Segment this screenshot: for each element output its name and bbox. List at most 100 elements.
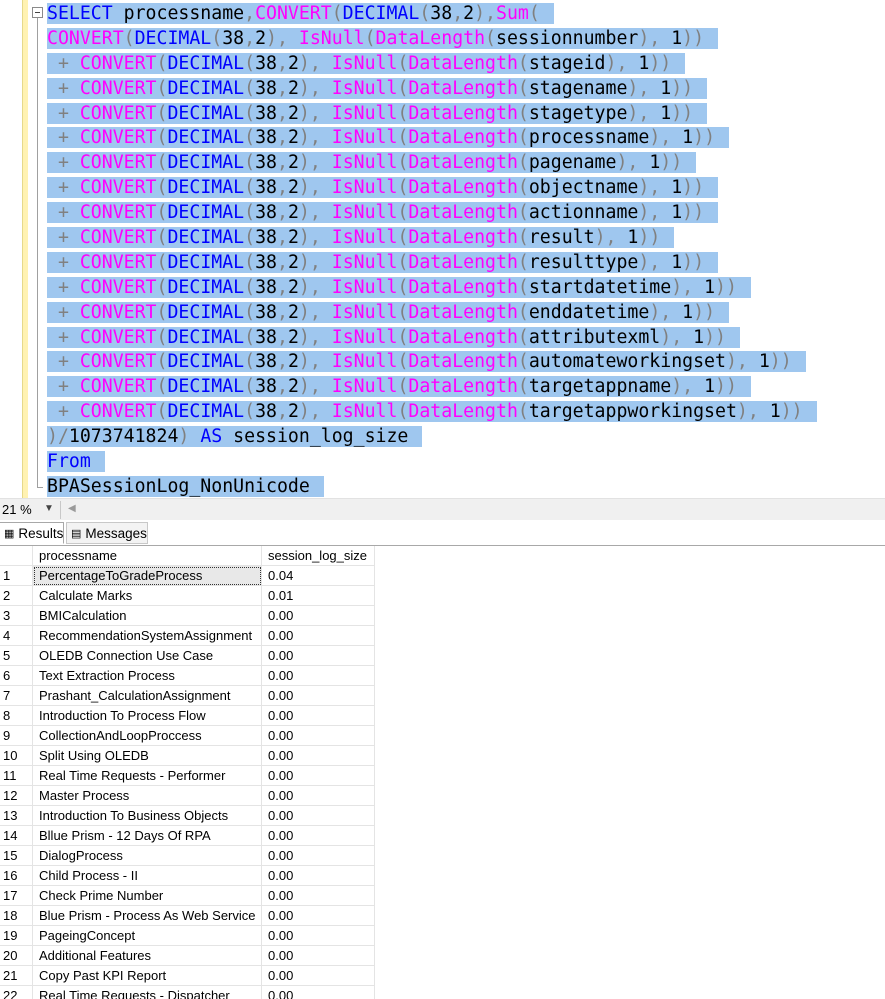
code-line[interactable]: + CONVERT(DECIMAL(38,2), IsNull(DataLeng…: [47, 77, 817, 102]
table-row[interactable]: 4 RecommendationSystemAssignment 0.00: [0, 625, 375, 646]
zoom-dropdown-icon[interactable]: ▼: [44, 503, 54, 514]
cell-processname[interactable]: Additional Features: [32, 945, 262, 966]
cell-session-log-size[interactable]: 0.00: [261, 905, 375, 926]
row-number[interactable]: 19: [0, 925, 33, 946]
row-number[interactable]: 17: [0, 885, 33, 906]
cell-session-log-size[interactable]: 0.00: [261, 745, 375, 766]
cell-processname[interactable]: PercentageToGradeProcess: [32, 565, 262, 586]
cell-processname[interactable]: Blue Prism - Process As Web Service: [32, 905, 262, 926]
table-row[interactable]: 9 CollectionAndLoopProccess 0.00: [0, 725, 375, 746]
table-row[interactable]: 19 PageingConcept 0.00: [0, 925, 375, 946]
row-number[interactable]: 15: [0, 845, 33, 866]
cell-processname[interactable]: Calculate Marks: [32, 585, 262, 606]
code-line[interactable]: SELECT processname,CONVERT(DECIMAL(38,2)…: [47, 2, 817, 27]
table-row[interactable]: 17 Check Prime Number 0.00: [0, 885, 375, 906]
code-line[interactable]: CONVERT(DECIMAL(38,2), IsNull(DataLength…: [47, 27, 817, 52]
row-number[interactable]: 9: [0, 725, 33, 746]
cell-session-log-size[interactable]: 0.01: [261, 585, 375, 606]
table-row[interactable]: 15 DialogProcess 0.00: [0, 845, 375, 866]
row-number[interactable]: 16: [0, 865, 33, 886]
table-row[interactable]: 10 Split Using OLEDB 0.00: [0, 745, 375, 766]
cell-processname[interactable]: OLEDB Connection Use Case: [32, 645, 262, 666]
row-number[interactable]: 4: [0, 625, 33, 646]
row-number[interactable]: 12: [0, 785, 33, 806]
table-row[interactable]: 3 BMICalculation 0.00: [0, 605, 375, 626]
row-number[interactable]: 7: [0, 685, 33, 706]
code-area[interactable]: SELECT processname,CONVERT(DECIMAL(38,2)…: [47, 2, 817, 498]
code-line[interactable]: + CONVERT(DECIMAL(38,2), IsNull(DataLeng…: [47, 326, 817, 351]
cell-session-log-size[interactable]: 0.00: [261, 785, 375, 806]
row-number[interactable]: 20: [0, 945, 33, 966]
cell-session-log-size[interactable]: 0.00: [261, 885, 375, 906]
cell-session-log-size[interactable]: 0.00: [261, 965, 375, 986]
code-line[interactable]: From: [47, 450, 817, 475]
code-line[interactable]: + CONVERT(DECIMAL(38,2), IsNull(DataLeng…: [47, 151, 817, 176]
code-line[interactable]: + CONVERT(DECIMAL(38,2), IsNull(DataLeng…: [47, 226, 817, 251]
cell-processname[interactable]: Master Process: [32, 785, 262, 806]
table-row[interactable]: 14 Bllue Prism - 12 Days Of RPA 0.00: [0, 825, 375, 846]
cell-processname[interactable]: Introduction To Process Flow: [32, 705, 262, 726]
code-line[interactable]: + CONVERT(DECIMAL(38,2), IsNull(DataLeng…: [47, 251, 817, 276]
table-row[interactable]: 1 PercentageToGradeProcess 0.04: [0, 565, 375, 586]
table-row[interactable]: 21 Copy Past KPI Report 0.00: [0, 965, 375, 986]
cell-session-log-size[interactable]: 0.00: [261, 685, 375, 706]
results-grid[interactable]: processname session_log_size 1 Percentage…: [0, 546, 885, 999]
cell-processname[interactable]: RecommendationSystemAssignment: [32, 625, 262, 646]
cell-session-log-size[interactable]: 0.00: [261, 765, 375, 786]
row-number[interactable]: 14: [0, 825, 33, 846]
row-number[interactable]: 13: [0, 805, 33, 826]
cell-session-log-size[interactable]: 0.00: [261, 665, 375, 686]
row-number-header[interactable]: [0, 546, 33, 566]
table-row[interactable]: 7 Prashant_CalculationAssignment 0.00: [0, 685, 375, 706]
cell-processname[interactable]: PageingConcept: [32, 925, 262, 946]
code-line[interactable]: BPASessionLog_NonUnicode: [47, 475, 817, 498]
row-number[interactable]: 8: [0, 705, 33, 726]
cell-session-log-size[interactable]: 0.00: [261, 945, 375, 966]
cell-session-log-size[interactable]: 0.04: [261, 565, 375, 586]
table-row[interactable]: 20 Additional Features 0.00: [0, 945, 375, 966]
column-header-session-log-size[interactable]: session_log_size: [261, 546, 375, 566]
tab-messages[interactable]: ▤ Messages: [66, 522, 148, 544]
row-number[interactable]: 2: [0, 585, 33, 606]
cell-processname[interactable]: DialogProcess: [32, 845, 262, 866]
code-line[interactable]: + CONVERT(DECIMAL(38,2), IsNull(DataLeng…: [47, 276, 817, 301]
cell-session-log-size[interactable]: 0.00: [261, 845, 375, 866]
cell-session-log-size[interactable]: 0.00: [261, 825, 375, 846]
zoom-level[interactable]: 21 %: [2, 502, 32, 517]
code-line[interactable]: )/1073741824) AS session_log_size: [47, 425, 817, 450]
code-line[interactable]: + CONVERT(DECIMAL(38,2), IsNull(DataLeng…: [47, 102, 817, 127]
cell-processname[interactable]: Introduction To Business Objects: [32, 805, 262, 826]
table-row[interactable]: 18 Blue Prism - Process As Web Service 0.0…: [0, 905, 375, 926]
row-number[interactable]: 11: [0, 765, 33, 786]
cell-processname[interactable]: Check Prime Number: [32, 885, 262, 906]
cell-processname[interactable]: Copy Past KPI Report: [32, 965, 262, 986]
cell-processname[interactable]: Real Time Requests - Performer: [32, 765, 262, 786]
row-number[interactable]: 18: [0, 905, 33, 926]
cell-session-log-size[interactable]: 0.00: [261, 605, 375, 626]
cell-processname[interactable]: Text Extraction Process: [32, 665, 262, 686]
cell-processname[interactable]: Prashant_CalculationAssignment: [32, 685, 262, 706]
table-row[interactable]: 6 Text Extraction Process 0.00: [0, 665, 375, 686]
cell-processname[interactable]: Split Using OLEDB: [32, 745, 262, 766]
table-row[interactable]: 22 Real Time Requests - Dispatcher 0.00: [0, 985, 375, 999]
cell-processname[interactable]: BMICalculation: [32, 605, 262, 626]
collapse-region-icon[interactable]: [32, 7, 43, 18]
cell-session-log-size[interactable]: 0.00: [261, 865, 375, 886]
cell-session-log-size[interactable]: 0.00: [261, 985, 375, 999]
scroll-left-icon[interactable]: ◀: [68, 503, 76, 514]
cell-session-log-size[interactable]: 0.00: [261, 625, 375, 646]
code-line[interactable]: + CONVERT(DECIMAL(38,2), IsNull(DataLeng…: [47, 301, 817, 326]
row-number[interactable]: 10: [0, 745, 33, 766]
cell-session-log-size[interactable]: 0.00: [261, 925, 375, 946]
code-line[interactable]: + CONVERT(DECIMAL(38,2), IsNull(DataLeng…: [47, 400, 817, 425]
cell-processname[interactable]: CollectionAndLoopProccess: [32, 725, 262, 746]
code-line[interactable]: + CONVERT(DECIMAL(38,2), IsNull(DataLeng…: [47, 201, 817, 226]
cell-processname[interactable]: Real Time Requests - Dispatcher: [32, 985, 262, 999]
table-row[interactable]: 13 Introduction To Business Objects 0.00: [0, 805, 375, 826]
table-row[interactable]: 12 Master Process 0.00: [0, 785, 375, 806]
row-number[interactable]: 5: [0, 645, 33, 666]
tab-results[interactable]: ▦ Results: [0, 522, 64, 544]
table-row[interactable]: 5 OLEDB Connection Use Case 0.00: [0, 645, 375, 666]
table-row[interactable]: 2 Calculate Marks 0.01: [0, 585, 375, 606]
code-line[interactable]: + CONVERT(DECIMAL(38,2), IsNull(DataLeng…: [47, 350, 817, 375]
